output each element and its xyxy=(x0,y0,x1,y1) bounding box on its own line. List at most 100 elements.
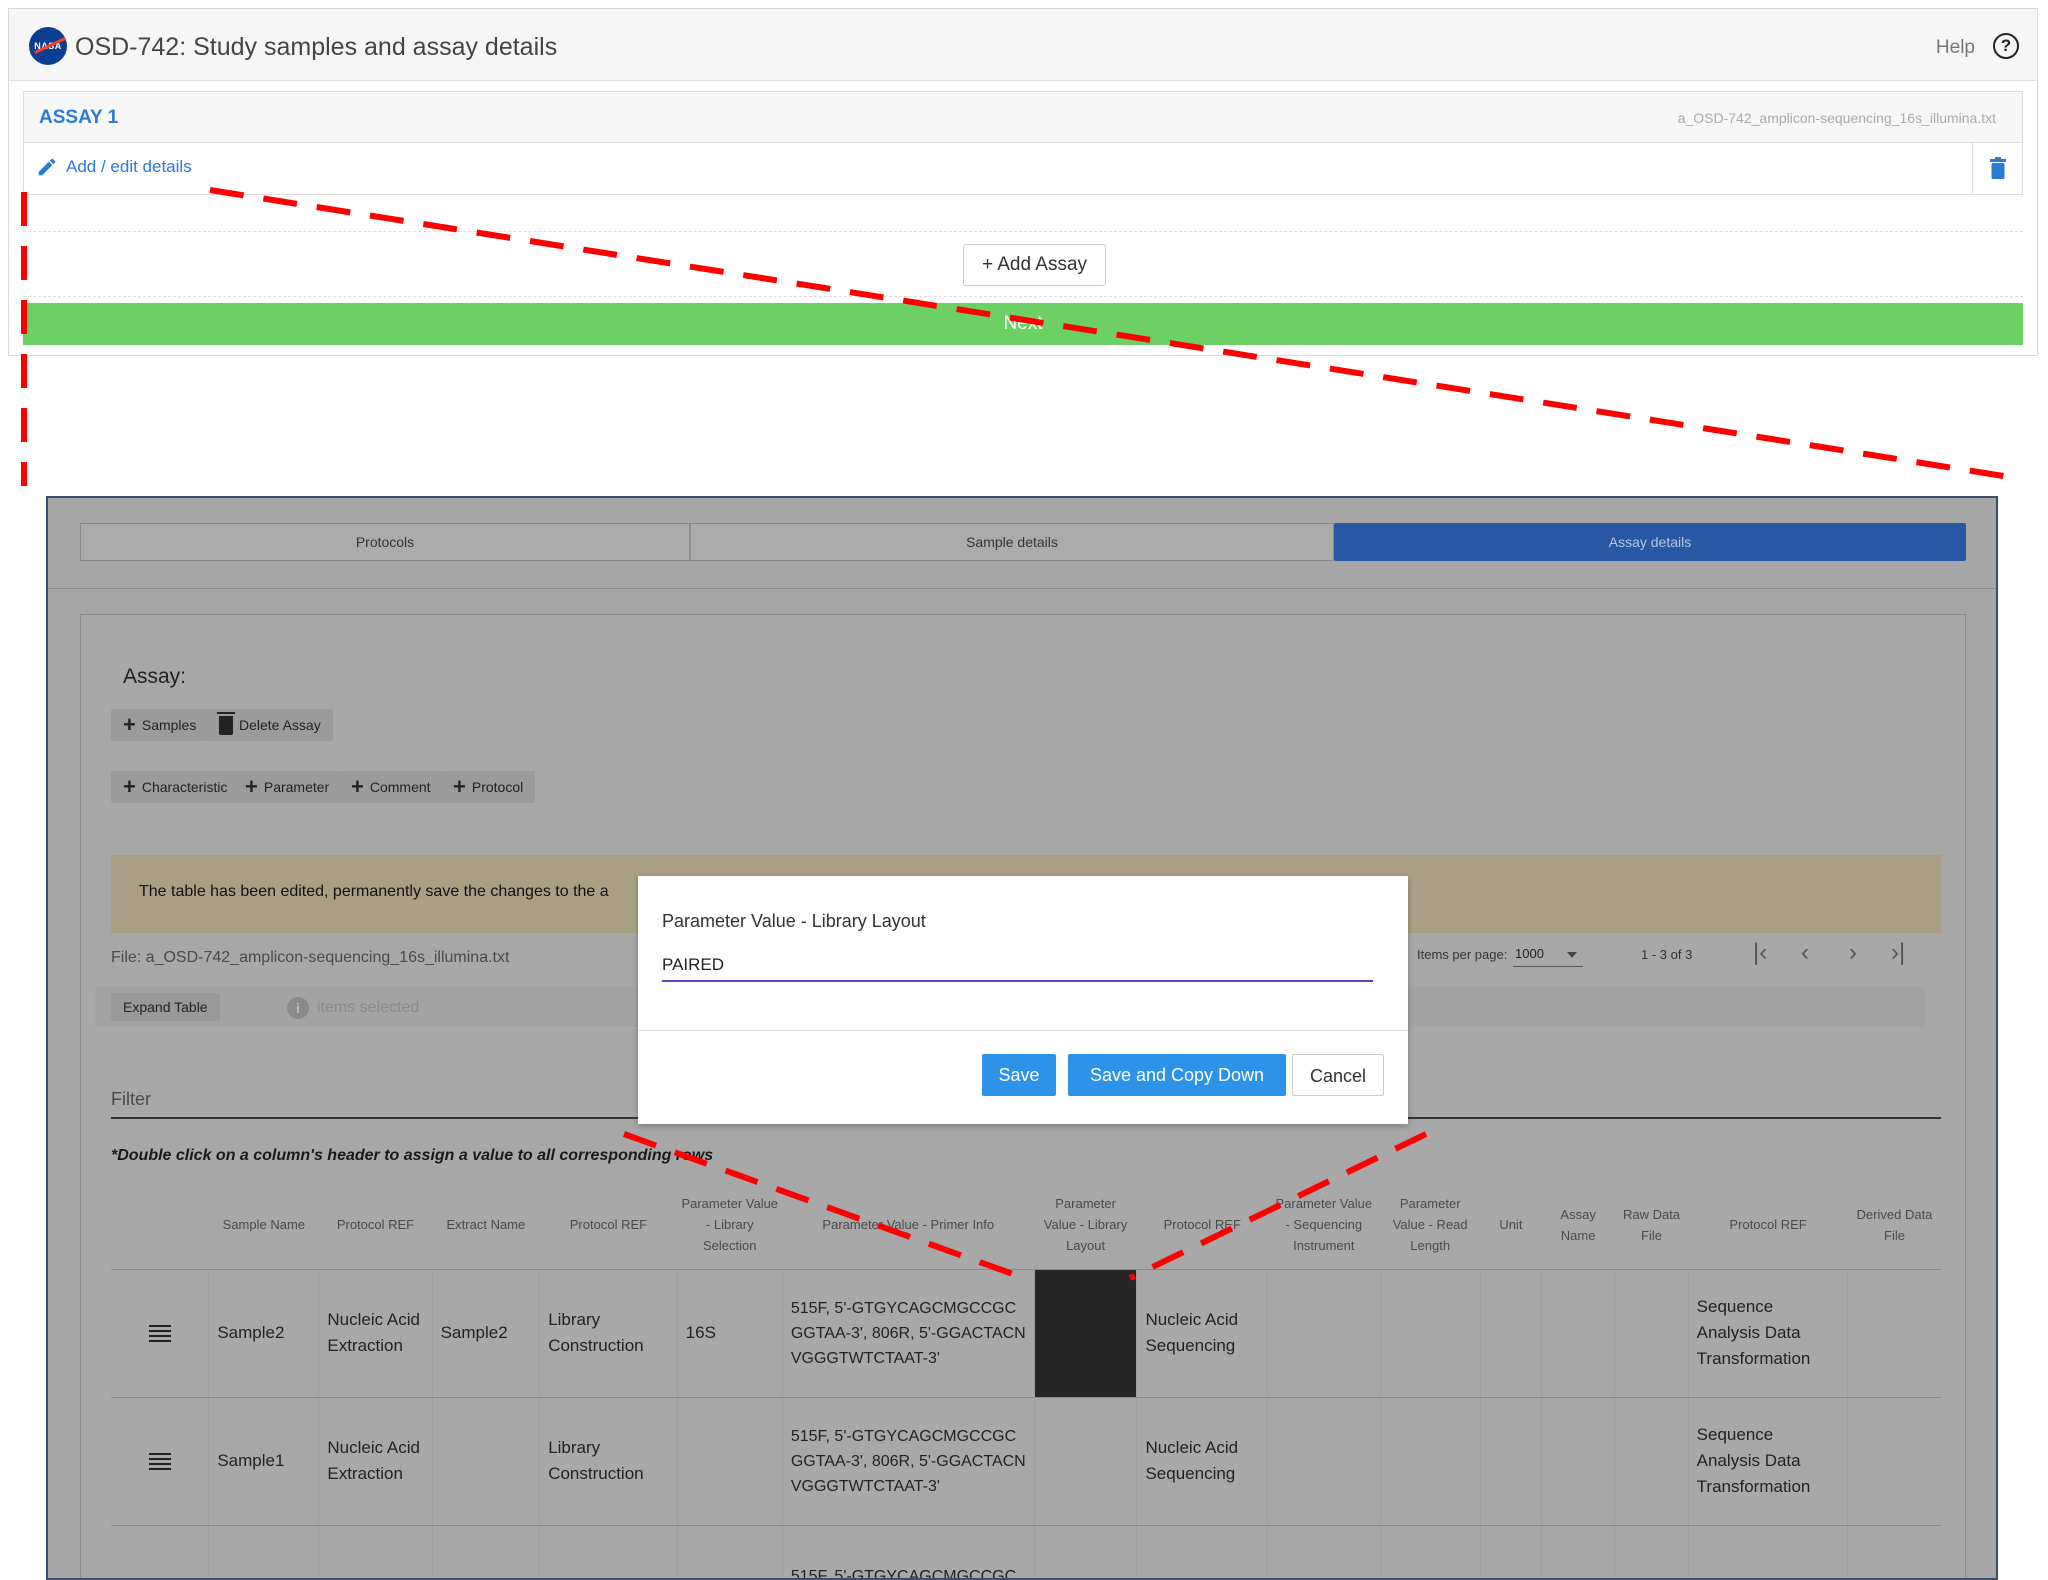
table-cell[interactable] xyxy=(1380,1269,1481,1398)
table-cell[interactable] xyxy=(432,1525,541,1578)
table-cell[interactable] xyxy=(1267,1397,1381,1526)
table-cell[interactable] xyxy=(1034,1397,1138,1526)
add-characteristic-button[interactable]: + Characteristic xyxy=(111,771,240,803)
table-cell[interactable] xyxy=(1541,1269,1616,1398)
table-cell[interactable] xyxy=(677,1397,783,1526)
table-cell[interactable] xyxy=(1267,1525,1381,1578)
table-cell[interactable]: Nucleic Acid Sequencing xyxy=(1136,1397,1269,1526)
plus-icon: + xyxy=(245,774,258,799)
add-parameter-button[interactable]: + Parameter xyxy=(233,771,342,803)
table-cell[interactable]: Library Construction xyxy=(539,1269,678,1398)
column-header[interactable]: Derived Data File xyxy=(1847,1181,1941,1270)
table-cell[interactable] xyxy=(1034,1525,1138,1578)
table-cell[interactable]: Nucleic Acid Extraction xyxy=(318,1269,433,1398)
help-link[interactable]: Help xyxy=(1936,37,1975,59)
column-header[interactable]: Protocol REF xyxy=(539,1181,678,1270)
save-button[interactable]: Save xyxy=(982,1054,1056,1096)
table-cell[interactable] xyxy=(1267,1269,1381,1398)
table-cell[interactable]: Please xyxy=(208,1525,320,1578)
study-panel: NASA OSD-742: Study samples and assay de… xyxy=(8,8,2038,356)
table-cell[interactable]: Nucleic xyxy=(1136,1525,1269,1578)
add-comment-button[interactable]: + Comment xyxy=(339,771,443,803)
edit-details-link[interactable]: Add / edit details xyxy=(36,156,192,178)
table-cell[interactable] xyxy=(1614,1525,1689,1578)
table-row[interactable]: Sample1 Nucleic Acid Extraction Library … xyxy=(111,1397,1941,1526)
column-header[interactable]: Parameter Value - Read Length xyxy=(1380,1181,1481,1270)
table-cell[interactable]: Library xyxy=(539,1525,678,1578)
column-header[interactable]: Unit xyxy=(1480,1181,1542,1270)
table-cell[interactable]: 16S xyxy=(677,1269,783,1398)
column-header[interactable]: Extract Name xyxy=(432,1181,540,1270)
plus-icon: + xyxy=(351,774,364,799)
column-header[interactable]: Protocol REF xyxy=(1688,1181,1848,1270)
column-header[interactable]: Raw Data File xyxy=(1614,1181,1689,1270)
table-cell[interactable]: 515F, 5'-GTGYCAGCMGCCGCGGTAA-3', 806R, 5… xyxy=(782,1269,1035,1398)
step-sample-details[interactable]: Sample details xyxy=(690,523,1334,561)
table-cell[interactable]: Nucleic Acid Extraction xyxy=(318,1397,433,1526)
table-cell[interactable] xyxy=(1380,1397,1481,1526)
column-header[interactable]: Parameter Value - Primer Info xyxy=(782,1181,1035,1270)
table-row[interactable]: Please Nucleic Library 515F, 5'-GTGYCAGC… xyxy=(111,1525,1941,1578)
prev-page-icon[interactable]: ‹ xyxy=(1801,941,1809,965)
step-protocols[interactable]: Protocols xyxy=(80,523,690,561)
column-header[interactable]: Parameter Value - Sequencing Instrument xyxy=(1267,1181,1381,1270)
first-page-icon[interactable]: |‹ xyxy=(1753,941,1767,965)
table-cell[interactable]: 515F, 5'-GTGYCAGCMGCCGCGGTAA-3', 806R, 5… xyxy=(782,1397,1035,1526)
expand-table-button[interactable]: Expand Table xyxy=(111,993,220,1021)
drag-handle[interactable] xyxy=(111,1269,210,1398)
table-cell[interactable]: 515F, 5'-GTGYCAGCMGCCGCGGTAA- xyxy=(782,1525,1035,1578)
delete-assay-button[interactable] xyxy=(1972,143,2022,194)
table-cell[interactable] xyxy=(1480,1397,1542,1526)
column-header[interactable]: Sample Name xyxy=(208,1181,319,1270)
table-cell[interactable] xyxy=(1614,1397,1689,1526)
library-layout-input[interactable] xyxy=(662,950,1373,982)
table-cell[interactable]: Nucleic Acid Sequencing xyxy=(1136,1269,1269,1398)
items-per-page-select[interactable]: 1000 xyxy=(1513,941,1583,967)
table-cell[interactable]: Library Construction xyxy=(539,1397,678,1526)
table-cell[interactable] xyxy=(1847,1525,1941,1578)
table-cell[interactable] xyxy=(1541,1397,1616,1526)
help-icon[interactable]: ? xyxy=(1993,33,2019,59)
column-header[interactable]: Assay Name xyxy=(1541,1181,1615,1270)
step-assay-details[interactable]: Assay details xyxy=(1334,523,1966,561)
column-header[interactable]: Parameter Value - Library Selection xyxy=(677,1181,783,1270)
table-cell[interactable]: Sample2 xyxy=(208,1269,320,1398)
table-cell[interactable] xyxy=(1847,1269,1941,1398)
table-cell[interactable] xyxy=(432,1397,541,1526)
filter-input[interactable]: Filter xyxy=(111,1089,151,1110)
table-cell[interactable]: Sequence xyxy=(1688,1525,1849,1578)
last-page-icon[interactable]: ›| xyxy=(1891,941,1905,965)
table-cell[interactable]: Sample1 xyxy=(208,1397,320,1526)
table-cell[interactable] xyxy=(1480,1269,1542,1398)
table-cell[interactable] xyxy=(1380,1525,1481,1578)
table-cell[interactable]: Nucleic xyxy=(318,1525,433,1578)
drag-handle[interactable] xyxy=(111,1525,210,1578)
table-cell[interactable] xyxy=(1847,1397,1941,1526)
add-protocol-button[interactable]: + Protocol xyxy=(441,771,536,803)
cancel-button[interactable]: Cancel xyxy=(1292,1054,1384,1096)
column-header[interactable]: Protocol REF xyxy=(1136,1181,1268,1270)
next-button[interactable]: Next xyxy=(23,303,2023,345)
next-page-icon[interactable]: › xyxy=(1849,941,1857,965)
table-cell[interactable] xyxy=(677,1525,783,1578)
column-header[interactable]: Protocol REF xyxy=(318,1181,433,1270)
add-samples-button[interactable]: + Samples xyxy=(111,709,209,741)
table-cell-selected[interactable] xyxy=(1034,1269,1138,1398)
plus-icon: + xyxy=(123,712,136,737)
assay-actions-row: Add / edit details xyxy=(23,143,2023,195)
table-cell[interactable] xyxy=(1480,1525,1542,1578)
table-row[interactable]: Sample2 Nucleic Acid Extraction Sample2 … xyxy=(111,1269,1941,1398)
dropdown-arrow-icon xyxy=(1567,952,1577,958)
column-header[interactable]: Parameter Value - Library Layout xyxy=(1034,1181,1137,1270)
table-cell[interactable] xyxy=(1614,1269,1689,1398)
drag-handle[interactable] xyxy=(111,1397,210,1526)
table-cell[interactable]: Sequence Analysis Data Transformation xyxy=(1688,1269,1849,1398)
table-cell[interactable]: Sequence Analysis Data Transformation xyxy=(1688,1397,1849,1526)
table-cell[interactable] xyxy=(1541,1525,1616,1578)
add-assay-button[interactable]: + Add Assay xyxy=(963,244,1106,286)
table-cell[interactable]: Sample2 xyxy=(432,1269,541,1398)
assay-header-row[interactable]: ASSAY 1 a_OSD-742_amplicon-sequencing_16… xyxy=(23,91,2023,143)
delete-assay-button-inner[interactable]: Delete Assay xyxy=(207,709,333,741)
column-header[interactable] xyxy=(111,1181,209,1270)
save-and-copy-down-button[interactable]: Save and Copy Down xyxy=(1068,1054,1286,1096)
